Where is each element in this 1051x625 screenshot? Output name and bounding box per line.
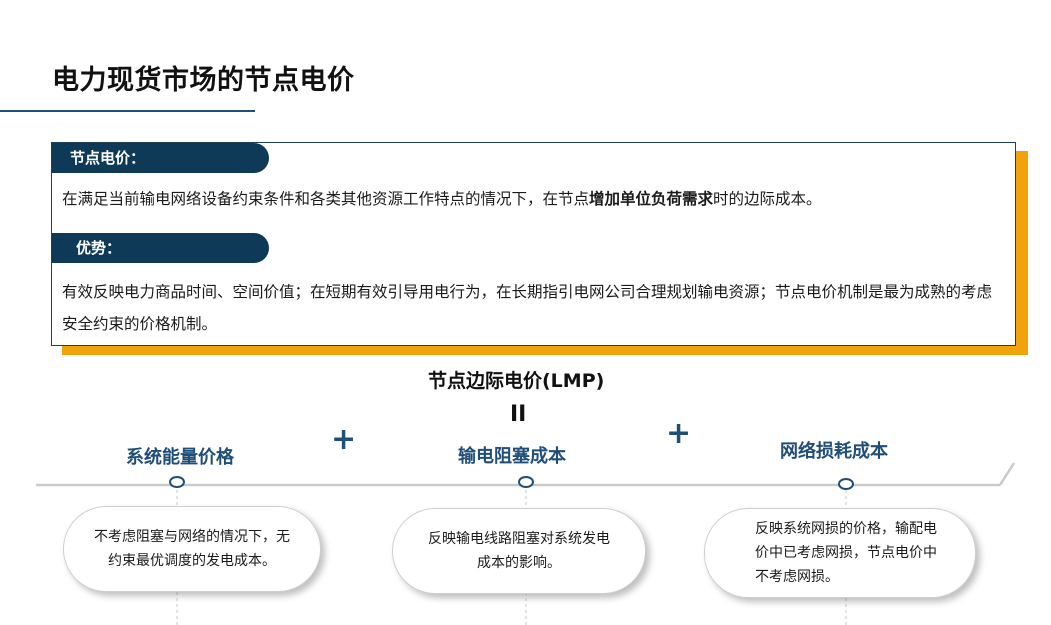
desc-bubble-congestion: 反映输电线路阻塞对系统发电成本的影响。 <box>392 508 646 594</box>
desc-loss: 反映系统网损的价格，输配电价中已考虑网损，节点电价中不考虑网损。 <box>755 521 937 585</box>
timeline-node-2 <box>518 476 534 488</box>
desc-energy: 不考虑阻塞与网络的情况下，无约束最优调度的发电成本。 <box>94 529 290 569</box>
timeline-node-1 <box>169 476 185 488</box>
desc-bubble-loss: 反映系统网损的价格，输配电价中已考虑网损，节点电价中不考虑网损。 <box>704 508 976 598</box>
desc-bubble-energy: 不考虑阻塞与网络的情况下，无约束最优调度的发电成本。 <box>63 506 321 592</box>
desc-congestion: 反映输电线路阻塞对系统发电成本的影响。 <box>428 531 610 571</box>
timeline-node-3 <box>838 478 854 490</box>
